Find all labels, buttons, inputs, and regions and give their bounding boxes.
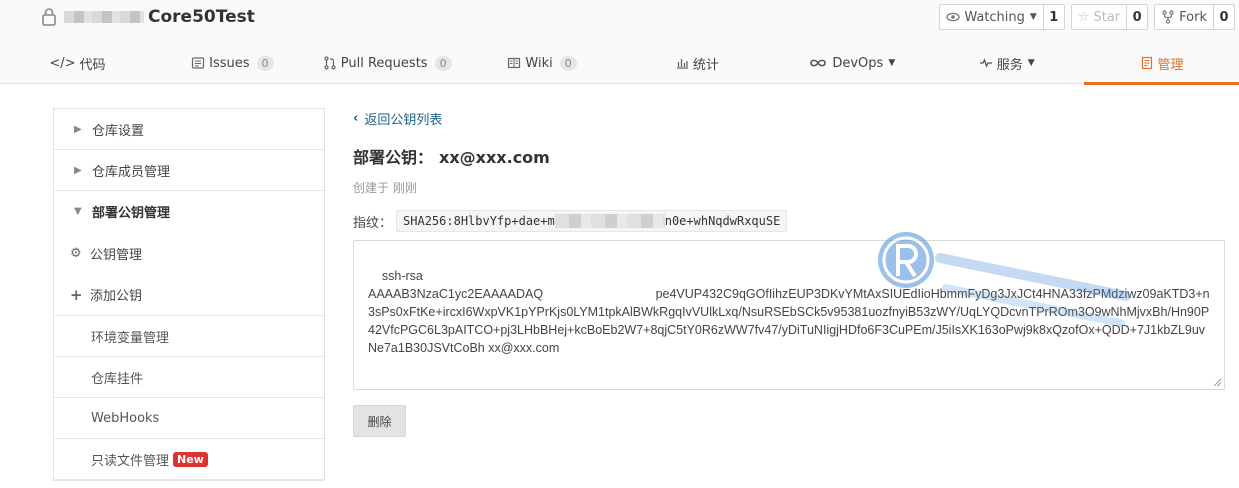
tab-wiki[interactable]: Wiki 0 — [465, 42, 620, 84]
repo-header: Core50Test Watching ▼ 1 ☆ Star 0 Fork 0 — [0, 0, 1239, 85]
code-icon: </> — [49, 55, 76, 71]
star-count[interactable]: 0 — [1127, 5, 1147, 29]
gear-icon: ⚙ — [70, 245, 82, 261]
tab-issues[interactable]: Issues 0 — [155, 42, 310, 84]
wiki-count-badge: 0 — [559, 55, 577, 71]
bar-chart-icon — [676, 59, 688, 69]
resize-handle-icon[interactable] — [1213, 378, 1222, 387]
issues-icon — [192, 57, 205, 69]
delete-button[interactable]: 删除 — [353, 405, 406, 437]
chevron-right-icon: ▶ — [74, 164, 82, 176]
watching-button[interactable]: Watching ▼ 1 — [939, 4, 1065, 30]
sidebar-item-env-vars[interactable]: 环境变量管理 — [54, 316, 324, 357]
issues-count-badge: 0 — [256, 55, 274, 71]
public-key-text: ssh-rsa AAAAB3NzaC1yc2EAAAADAQ pe4VUP432… — [368, 269, 1210, 355]
sidebar-item-deploy-keys[interactable]: ▼ 部署公钥管理 — [54, 191, 324, 232]
sidebar-item-webhooks[interactable]: WebHooks — [54, 398, 324, 439]
pr-count-badge: 0 — [434, 55, 452, 71]
sidebar-item-members[interactable]: ▶ 仓库成员管理 — [54, 150, 324, 191]
plus-icon: + — [70, 285, 83, 304]
caret-down-icon: ▼ — [888, 58, 896, 68]
tab-pull-requests[interactable]: Pull Requests 0 — [310, 42, 465, 84]
fingerprint-redacted — [554, 214, 665, 228]
page-title: 部署公钥： xx@xxx.com — [353, 144, 1225, 168]
watching-count[interactable]: 1 — [1044, 5, 1064, 29]
fork-icon — [1162, 10, 1174, 24]
sidebar-subitem-add-key[interactable]: + 添加公钥 — [54, 274, 324, 316]
deploy-key-detail: ‹ 返回公钥列表 部署公钥： xx@xxx.com 创建于 刚刚 指纹： SHA2… — [353, 108, 1225, 437]
fingerprint-row: 指纹： SHA256:8HlbvYfp+dae+m n0e+whNqdwRxquS… — [353, 210, 1225, 232]
settings-sidebar: ▶ 仓库设置 ▶ 仓库成员管理 ▼ 部署公钥管理 ⚙ 公钥管理 + 添加公钥 环… — [53, 108, 325, 481]
sidebar-item-widgets[interactable]: 仓库挂件 — [54, 357, 324, 398]
tab-code[interactable]: </> 代码 — [0, 42, 155, 84]
tab-stats[interactable]: 统计 — [620, 42, 775, 84]
public-key-textarea[interactable]: ssh-rsa AAAAB3NzaC1yc2EAAAADAQ pe4VUP432… — [353, 240, 1225, 390]
star-button[interactable]: ☆ Star 0 — [1070, 4, 1149, 30]
fork-count[interactable]: 0 — [1214, 5, 1234, 29]
pull-request-icon — [324, 56, 336, 70]
fork-button[interactable]: Fork 0 — [1154, 4, 1235, 30]
watching-label: Watching — [964, 9, 1025, 25]
caret-down-icon: ▼ — [1029, 12, 1037, 22]
tab-manage[interactable]: 管理 — [1084, 42, 1239, 85]
eye-icon — [946, 12, 960, 22]
repo-tabs: </> 代码 Issues 0 Pull Requests 0 Wiki 0 统… — [0, 42, 1239, 85]
chevron-right-icon: ▶ — [74, 123, 82, 135]
owner-name-redacted — [64, 11, 144, 23]
fingerprint-value: SHA256:8HlbvYfp+dae+m n0e+whNqdwRxquSE — [396, 210, 788, 232]
star-icon: ☆ — [1077, 9, 1090, 25]
created-time: 创建于 刚刚 — [353, 181, 417, 195]
infinity-icon — [810, 59, 827, 67]
document-icon — [1141, 56, 1152, 70]
book-icon — [508, 57, 521, 69]
fork-label: Fork — [1179, 9, 1207, 25]
tab-services[interactable]: 服务 ▼ — [929, 42, 1084, 84]
repo-actions: Watching ▼ 1 ☆ Star 0 Fork 0 — [939, 4, 1235, 30]
star-label: Star — [1093, 9, 1121, 25]
caret-down-icon: ▼ — [1027, 58, 1035, 68]
title-prefix: 部署公钥： — [353, 148, 434, 167]
fingerprint-label: 指纹： — [353, 215, 393, 231]
repo-title: Core50Test — [40, 6, 255, 28]
sidebar-subitem-key-management[interactable]: ⚙ 公钥管理 — [54, 232, 324, 274]
tab-devops[interactable]: DevOps ▼ — [774, 42, 929, 84]
sidebar-item-readonly-files[interactable]: 只读文件管理 New — [54, 439, 324, 480]
pulse-icon — [979, 58, 992, 68]
chevron-left-icon: ‹ — [353, 110, 359, 126]
lock-icon — [42, 8, 56, 26]
key-name: xx@xxx.com — [439, 148, 550, 167]
back-to-key-list-link[interactable]: ‹ 返回公钥列表 — [353, 108, 1225, 128]
new-badge: New — [173, 451, 208, 467]
chevron-down-icon: ▼ — [74, 206, 82, 217]
repo-name[interactable]: Core50Test — [148, 7, 255, 27]
sidebar-item-repo-settings[interactable]: ▶ 仓库设置 — [54, 109, 324, 150]
